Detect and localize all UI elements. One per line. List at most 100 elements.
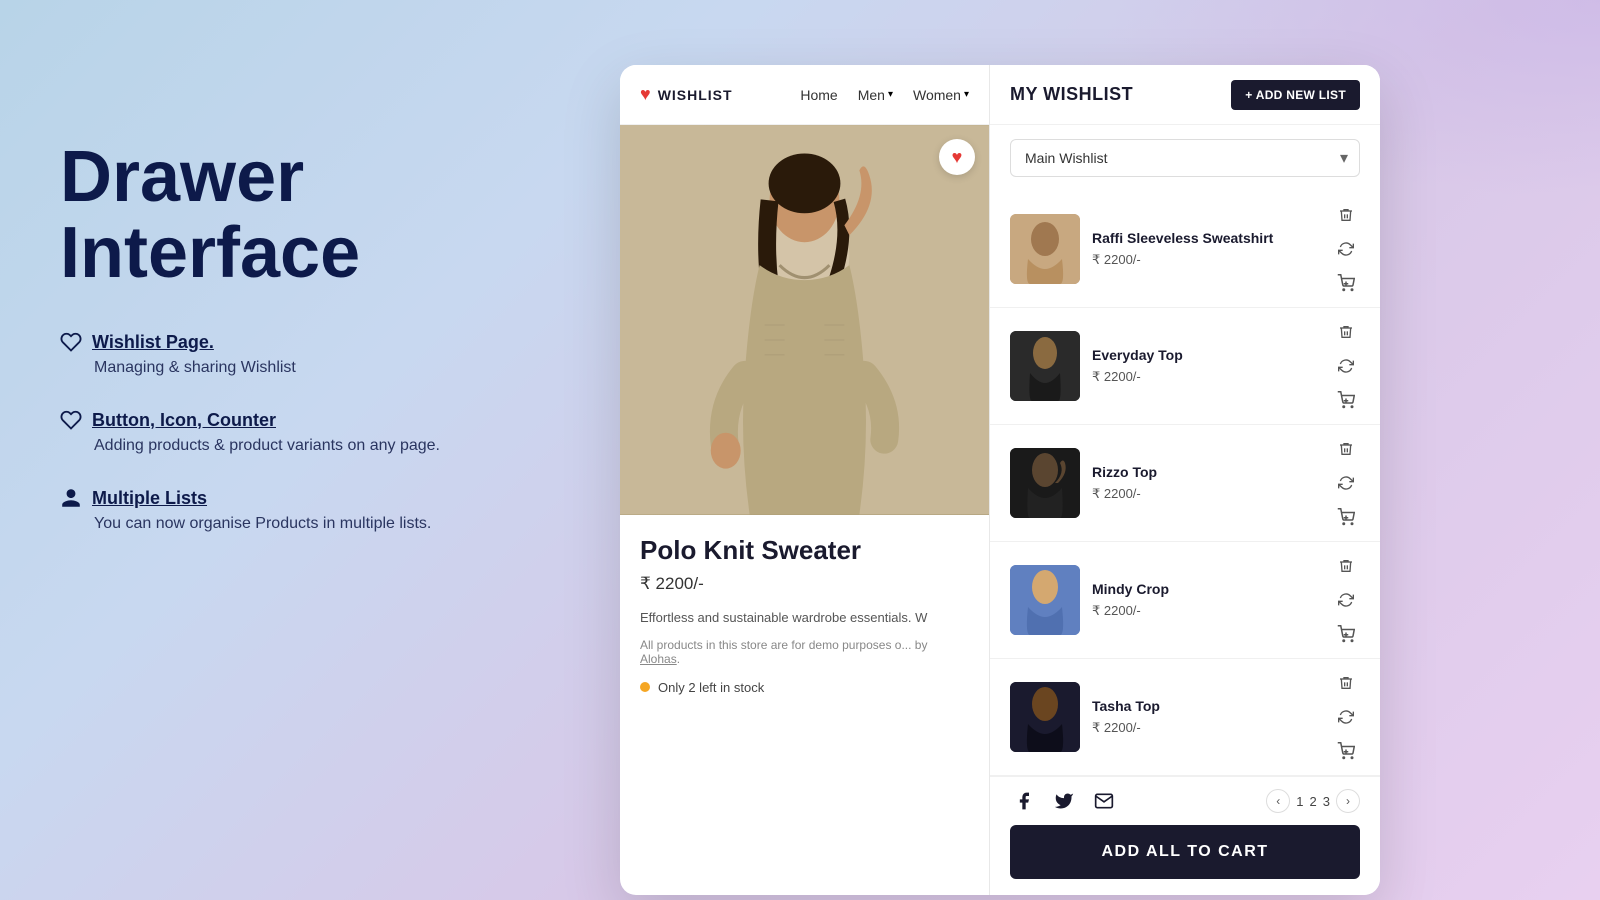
item-name-everyday: Everyday Top — [1092, 347, 1320, 363]
add-to-cart-button[interactable] — [1332, 269, 1360, 297]
prev-page-button[interactable]: ‹ — [1266, 789, 1290, 813]
add-to-cart-button[interactable] — [1332, 620, 1360, 648]
refresh-button[interactable] — [1332, 235, 1360, 263]
nav-women-dropdown[interactable]: Women ▾ — [913, 87, 969, 103]
wishlist-title: MY WISHLIST — [1010, 84, 1133, 105]
item-details-mindy: Mindy Crop ₹ 2200/- — [1092, 581, 1320, 619]
product-image-svg — [620, 125, 989, 515]
product-image — [620, 125, 989, 515]
item-image-mindy — [1010, 565, 1080, 635]
wishlist-select[interactable]: Main Wishlist Wishlist 2 Wishlist 3 — [1010, 139, 1360, 177]
facebook-icon[interactable] — [1010, 787, 1038, 815]
twitter-icon[interactable] — [1050, 787, 1078, 815]
wishlist-list-dropdown[interactable]: Main Wishlist Wishlist 2 Wishlist 3 ▾ — [1010, 139, 1360, 177]
item-image-raffi — [1010, 214, 1080, 284]
wishlist-header: MY WISHLIST + ADD NEW LIST — [990, 65, 1380, 125]
product-image-container: ♥ — [620, 125, 989, 515]
item-image-tasha — [1010, 682, 1080, 752]
nav-men-dropdown[interactable]: Men ▾ — [858, 87, 893, 103]
page-2[interactable]: 2 — [1310, 794, 1317, 809]
item-price-everyday: ₹ 2200/- — [1092, 369, 1320, 385]
item-details-rizzo: Rizzo Top ₹ 2200/- — [1092, 464, 1320, 502]
wishlist-items-list: Raffi Sleeveless Sweatshirt ₹ 2200/- — [990, 191, 1380, 776]
item-price-rizzo: ₹ 2200/- — [1092, 486, 1320, 502]
page-3[interactable]: 3 — [1323, 794, 1330, 809]
feature-multiple-lists: Multiple Lists You can now organise Prod… — [60, 487, 560, 533]
social-icons — [1010, 787, 1118, 815]
nav-links: Home Men ▾ Women ▾ — [800, 87, 969, 103]
logo-text: WISHLIST — [658, 87, 733, 103]
next-page-button[interactable]: › — [1336, 789, 1360, 813]
product-description: Effortless and sustainable wardrobe esse… — [640, 608, 969, 628]
feature-wishlist-page: Wishlist Page. Managing & sharing Wishli… — [60, 331, 560, 377]
item-actions-rizzo — [1332, 435, 1360, 531]
logo-heart-icon: ♥ — [640, 84, 652, 105]
item-image-rizzo — [1010, 448, 1080, 518]
add-to-cart-button[interactable] — [1332, 737, 1360, 765]
add-new-list-button[interactable]: + ADD NEW LIST — [1231, 80, 1360, 110]
delete-button[interactable] — [1332, 552, 1360, 580]
nav-men[interactable]: Men — [858, 87, 885, 103]
product-name: Polo Knit Sweater — [640, 535, 969, 566]
multiple-lists-link[interactable]: Multiple Lists — [92, 488, 207, 509]
item-actions-everyday — [1332, 318, 1360, 414]
wishlist-sidebar: MY WISHLIST + ADD NEW LIST Main Wishlist… — [990, 65, 1380, 895]
wishlist-page-desc: Managing & sharing Wishlist — [94, 359, 560, 377]
pagination: ‹ 1 2 3 › — [1266, 789, 1360, 813]
wishlist-item: Raffi Sleeveless Sweatshirt ₹ 2200/- — [990, 191, 1380, 308]
heart-outline-icon-2 — [60, 409, 82, 431]
item-price-mindy: ₹ 2200/- — [1092, 603, 1320, 619]
item-details-tasha: Tasha Top ₹ 2200/- — [1092, 698, 1320, 736]
stock-dot-icon — [640, 682, 650, 692]
refresh-button[interactable] — [1332, 469, 1360, 497]
wishlist-footer-bar: ‹ 1 2 3 › — [990, 776, 1380, 825]
product-price: ₹ 2200/- — [640, 574, 969, 594]
nav-women[interactable]: Women — [913, 87, 961, 103]
left-panel: DrawerInterface Wishlist Page. Managing … — [60, 140, 560, 565]
feature-button-icon: Button, Icon, Counter Adding products & … — [60, 409, 560, 455]
women-chevron-icon: ▾ — [964, 89, 969, 100]
demo-note: All products in this store are for demo … — [640, 638, 969, 666]
product-info: Polo Knit Sweater ₹ 2200/- Effortless an… — [620, 515, 989, 895]
item-actions-raffi — [1332, 201, 1360, 297]
item-image-everyday — [1010, 331, 1080, 401]
men-chevron-icon: ▾ — [888, 89, 893, 100]
item-actions-tasha — [1332, 669, 1360, 765]
user-icon — [60, 487, 82, 509]
refresh-button[interactable] — [1332, 586, 1360, 614]
delete-button[interactable] — [1332, 318, 1360, 346]
item-name-raffi: Raffi Sleeveless Sweatshirt — [1092, 230, 1320, 246]
main-card: ♥ WISHLIST Home Men ▾ Women ▾ — [620, 65, 1380, 895]
item-price-raffi: ₹ 2200/- — [1092, 252, 1320, 268]
stock-badge: Only 2 left in stock — [640, 680, 969, 695]
alohas-link[interactable]: Alohas — [640, 652, 677, 666]
wishlist-page-link[interactable]: Wishlist Page. — [92, 332, 214, 353]
refresh-button[interactable] — [1332, 703, 1360, 731]
item-details-raffi: Raffi Sleeveless Sweatshirt ₹ 2200/- — [1092, 230, 1320, 268]
add-all-to-cart-button[interactable]: ADD ALL TO CART — [1010, 825, 1360, 879]
stock-text: Only 2 left in stock — [658, 680, 764, 695]
delete-button[interactable] — [1332, 435, 1360, 463]
navigation: ♥ WISHLIST Home Men ▾ Women ▾ — [620, 65, 989, 125]
product-section: ♥ WISHLIST Home Men ▾ Women ▾ — [620, 65, 990, 895]
wishlist-heart-button[interactable]: ♥ — [939, 139, 975, 175]
add-to-cart-button[interactable] — [1332, 386, 1360, 414]
page-1[interactable]: 1 — [1296, 794, 1303, 809]
email-icon[interactable] — [1090, 787, 1118, 815]
logo: ♥ WISHLIST — [640, 84, 733, 105]
item-actions-mindy — [1332, 552, 1360, 648]
button-icon-link[interactable]: Button, Icon, Counter — [92, 410, 276, 431]
delete-button[interactable] — [1332, 669, 1360, 697]
nav-home[interactable]: Home — [800, 87, 837, 103]
refresh-button[interactable] — [1332, 352, 1360, 380]
hero-title: DrawerInterface — [60, 140, 560, 291]
add-to-cart-button[interactable] — [1332, 503, 1360, 531]
heart-filled-icon: ♥ — [952, 147, 963, 168]
wishlist-item: Tasha Top ₹ 2200/- — [990, 659, 1380, 776]
multiple-lists-desc: You can now organise Products in multipl… — [94, 515, 560, 533]
delete-button[interactable] — [1332, 201, 1360, 229]
item-name-mindy: Mindy Crop — [1092, 581, 1320, 597]
item-details-everyday: Everyday Top ₹ 2200/- — [1092, 347, 1320, 385]
wishlist-item: Mindy Crop ₹ 2200/- — [990, 542, 1380, 659]
button-icon-desc: Adding products & product variants on an… — [94, 437, 560, 455]
